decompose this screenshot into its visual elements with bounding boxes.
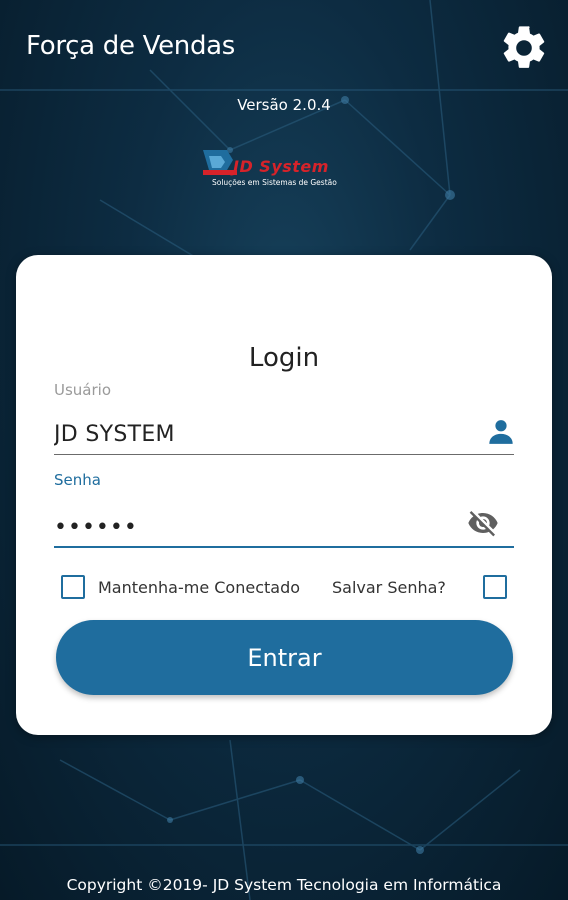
password-underline xyxy=(54,546,514,548)
username-label: Usuário xyxy=(54,381,112,399)
username-underline xyxy=(54,454,514,455)
save-password-checkbox[interactable] xyxy=(483,575,507,599)
eye-off-icon[interactable] xyxy=(465,507,501,539)
logo-tagline: Soluções em Sistemas de Gestão xyxy=(212,178,337,187)
username-input[interactable] xyxy=(54,419,474,449)
user-icon xyxy=(489,420,513,444)
keep-connected-checkbox[interactable] xyxy=(61,575,85,599)
copyright-text: Copyright ©2019- JD System Tecnologia em… xyxy=(66,876,502,894)
login-title: Login xyxy=(248,343,320,373)
app-title: Força de Vendas xyxy=(26,31,236,61)
version-label: Versão 2.0.4 xyxy=(237,96,331,114)
password-input[interactable] xyxy=(54,511,474,543)
logo-mark-icon xyxy=(203,150,237,175)
company-logo: JD System Soluções em Sistemas de Gestão xyxy=(203,148,369,196)
logo-wordmark: JD System xyxy=(233,157,329,176)
settings-button[interactable] xyxy=(496,20,552,76)
app-header: Força de Vendas xyxy=(0,0,568,95)
gear-icon xyxy=(503,26,545,68)
login-card: Login Usuário Senha Mantenha-me Conectad… xyxy=(16,255,552,735)
enter-button[interactable]: Entrar xyxy=(56,620,513,695)
keep-connected-label: Mantenha-me Conectado xyxy=(98,578,301,597)
save-password-label: Salvar Senha? xyxy=(332,578,446,597)
password-label: Senha xyxy=(54,471,101,489)
